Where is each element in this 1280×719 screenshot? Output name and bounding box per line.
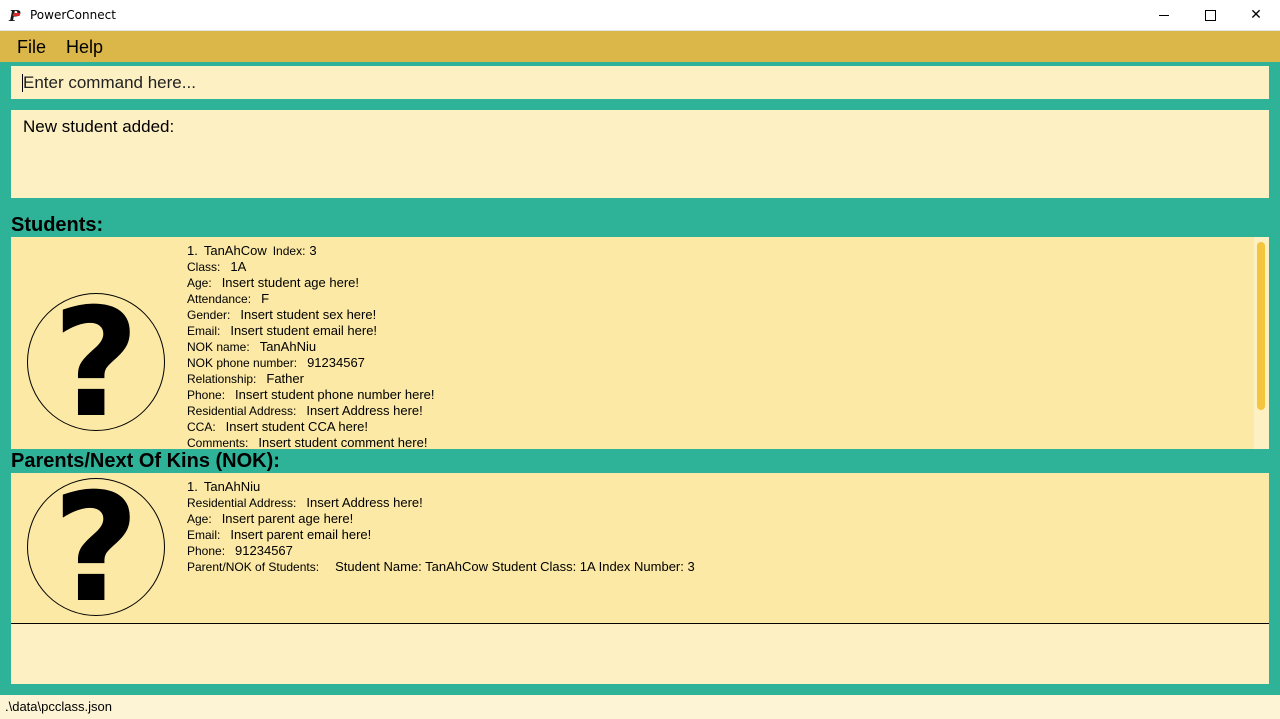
student-scrollbar-thumb[interactable]: [1257, 242, 1265, 410]
result-text: New student added:: [23, 117, 175, 136]
extra-panel: [11, 624, 1269, 684]
menu-help[interactable]: Help: [66, 37, 103, 58]
save-file-path: .\data\pcclass.json: [5, 699, 112, 714]
student-index-value: 3: [309, 243, 317, 258]
parent-field-age: Age: Insert parent age here!: [187, 511, 354, 526]
maximize-button[interactable]: [1187, 0, 1233, 30]
close-icon: ✕: [1250, 7, 1262, 23]
parent-number: 1.: [187, 479, 198, 494]
student-field-nok-name: NOK name: TanAhNiu: [187, 339, 317, 354]
student-header-line: 1. TanAhCow Index: 3: [187, 243, 435, 259]
parent-avatar: ?: [27, 474, 165, 623]
parent-name: TanAhNiu: [203, 479, 261, 494]
student-field-comments: Comments: Insert student comment here!: [187, 435, 428, 449]
student-field-class: Class: 1A: [187, 259, 247, 274]
status-bar: .\data\pcclass.json: [0, 695, 1280, 719]
student-number: 1.: [187, 243, 198, 258]
command-input[interactable]: [11, 66, 1269, 99]
title-bar: P PowerConnect ✕: [0, 0, 1280, 31]
parent-field-phone: Phone: 91234567: [187, 543, 293, 558]
student-index-label: Index:: [272, 244, 306, 258]
app-logo-icon: P: [9, 7, 21, 25]
minimize-icon: [1159, 14, 1169, 16]
parent-field-address: Residential Address: Insert Address here!: [187, 495, 423, 510]
students-header: Students:: [11, 214, 104, 236]
student-field-gender: Gender: Insert student sex here!: [187, 307, 377, 322]
parent-field-students: Parent/NOK of Students: Student Name: Tan…: [187, 559, 695, 574]
parent-card[interactable]: 1. TanAhNiu Residential Address: Insert Ad…: [187, 479, 695, 575]
student-name: TanAhCow: [203, 243, 267, 258]
close-button[interactable]: ✕: [1233, 0, 1279, 30]
parent-header-line: 1. TanAhNiu: [187, 479, 695, 495]
question-mark-icon: ?: [52, 473, 140, 624]
student-field-age: Age: Insert student age here!: [187, 275, 359, 290]
student-avatar: ?: [27, 289, 165, 439]
text-cursor: [22, 74, 23, 92]
parent-field-email: Email: Insert parent email here!: [187, 527, 372, 542]
maximize-icon: [1204, 9, 1216, 21]
student-list-panel[interactable]: ? 1. TanAhCow Index: 3 Class: 1A Age: Insert …: [11, 237, 1269, 449]
menu-bar: File Help: [0, 31, 1280, 62]
student-field-phone: Phone: Insert student phone number here!: [187, 387, 435, 402]
question-mark-icon: ?: [52, 277, 140, 449]
student-field-address: Residential Address: Insert Address here!: [187, 403, 423, 418]
student-field-email: Email: Insert student email here!: [187, 323, 378, 338]
student-field-cca: CCA: Insert student CCA here!: [187, 419, 369, 434]
parents-header: Parents/Next Of Kins (NOK):: [11, 450, 280, 472]
student-field-attendance: Attendance: F: [187, 291, 270, 306]
menu-file[interactable]: File: [17, 37, 46, 58]
parent-list-panel[interactable]: ? 1. TanAhNiu Residential Address: Insert …: [11, 473, 1269, 624]
minimize-button[interactable]: [1141, 0, 1187, 30]
student-field-nok-phone: NOK phone number: 91234567: [187, 355, 365, 370]
window-title: PowerConnect: [30, 8, 116, 22]
student-field-relationship: Relationship: Father: [187, 371, 304, 386]
result-display[interactable]: New student added:: [11, 110, 1269, 198]
student-card[interactable]: 1. TanAhCow Index: 3 Class: 1A Age: Insert st…: [187, 243, 435, 449]
